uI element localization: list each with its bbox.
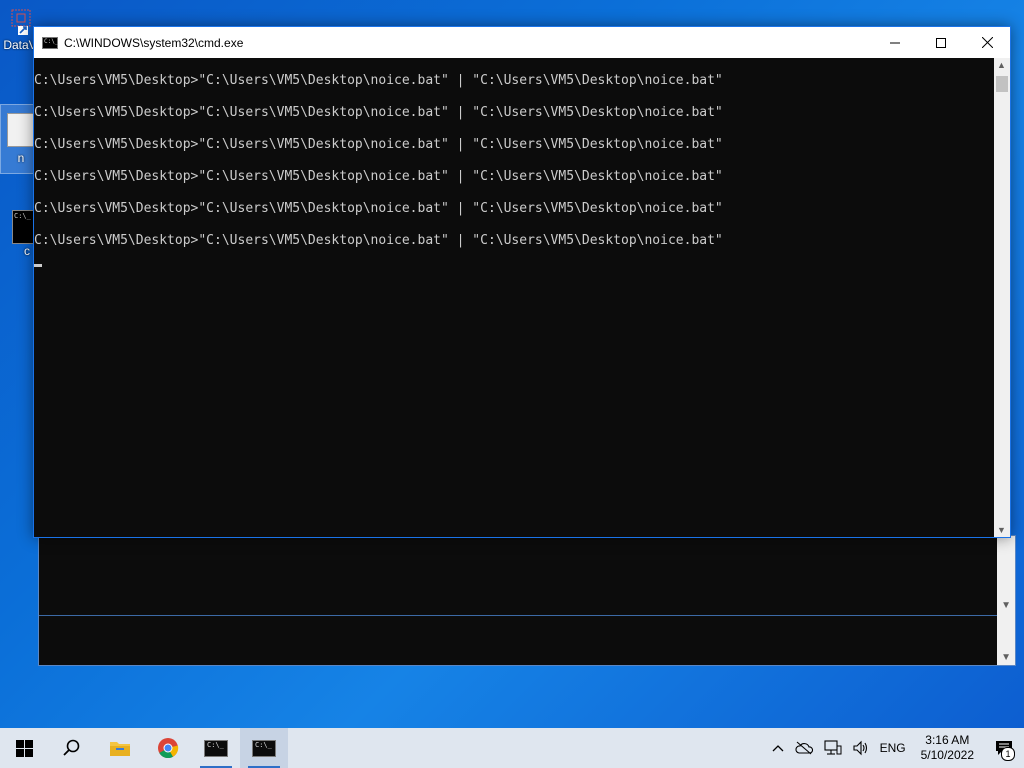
- network-icon: [824, 740, 842, 755]
- scrollbar-thumb[interactable]: [996, 76, 1008, 92]
- chevron-up-icon: [772, 745, 784, 752]
- close-icon: [981, 37, 993, 48]
- scroll-down-arrow-icon[interactable]: ▼: [1001, 652, 1011, 663]
- close-button[interactable]: [964, 27, 1010, 58]
- terminal-icon: C:\_: [204, 739, 228, 757]
- console-line: C:\Users\VM5\Desktop>"C:\Users\VM5\Deskt…: [34, 73, 723, 88]
- volume-tray-button[interactable]: [847, 740, 875, 756]
- terminal-icon: C:\_: [252, 739, 276, 757]
- network-tray-button[interactable]: [819, 740, 847, 756]
- console-output[interactable]: C:\Users\VM5\Desktop>"C:\Users\VM5\Deskt…: [34, 58, 994, 537]
- window-titlebar[interactable]: C:\_ C:\WINDOWS\system32\cmd.exe: [34, 27, 1010, 58]
- window-divider: [39, 615, 997, 616]
- system-tray: ENG 3:16 AM 5/10/2022 1: [767, 728, 1024, 768]
- dataview-app-icon: [6, 8, 34, 36]
- search-icon: [63, 739, 80, 756]
- scroll-down-arrow-icon[interactable]: ▼: [1001, 600, 1011, 611]
- text-cursor: [34, 264, 42, 267]
- minimize-button[interactable]: [872, 27, 918, 58]
- folder-icon: [110, 742, 130, 756]
- scroll-up-arrow-icon[interactable]: ▲: [997, 60, 1006, 70]
- cmd-taskbar-button-2[interactable]: C:\_: [240, 728, 288, 768]
- notification-count-badge: 1: [1001, 747, 1015, 761]
- window-title: C:\WINDOWS\system32\cmd.exe: [64, 35, 244, 50]
- speaker-icon: [853, 740, 867, 756]
- maximize-icon: [936, 37, 946, 48]
- console-line: C:\Users\VM5\Desktop>"C:\Users\VM5\Deskt…: [34, 233, 723, 248]
- search-button[interactable]: [48, 728, 96, 768]
- background-window-scrollbar[interactable]: ▼ ▼: [997, 536, 1015, 665]
- cmd-window[interactable]: C:\_ C:\WINDOWS\system32\cmd.exe C:\User…: [33, 26, 1011, 538]
- cmd-taskbar-button-1[interactable]: C:\_: [192, 728, 240, 768]
- console-line: C:\Users\VM5\Desktop>"C:\Users\VM5\Deskt…: [34, 201, 723, 216]
- minimize-icon: [890, 42, 900, 43]
- start-button[interactable]: [0, 728, 48, 768]
- background-cmd-window[interactable]: ▼ ▼: [38, 535, 1016, 666]
- taskbar: C:\_ C:\_ ENG 3:16 AM 5/10/2022 1: [0, 728, 1024, 768]
- show-hidden-icons-button[interactable]: [767, 744, 789, 752]
- clock-date: 5/10/2022: [920, 748, 974, 762]
- language-indicator[interactable]: ENG: [875, 741, 911, 755]
- console-line: C:\Users\VM5\Desktop>"C:\Users\VM5\Deskt…: [34, 137, 723, 152]
- clock-time: 3:16 AM: [925, 733, 970, 747]
- cloud-offline-icon: [795, 741, 813, 755]
- scroll-down-arrow-icon[interactable]: ▼: [997, 525, 1006, 535]
- console-scrollbar[interactable]: ▲ ▼: [994, 58, 1010, 537]
- maximize-button[interactable]: [918, 27, 964, 58]
- console-line: C:\Users\VM5\Desktop>"C:\Users\VM5\Deskt…: [34, 105, 723, 120]
- action-center-button[interactable]: 1: [984, 728, 1024, 768]
- batch-file-icon: [7, 113, 35, 147]
- clock[interactable]: 3:16 AM 5/10/2022: [911, 733, 984, 763]
- chrome-icon: [158, 738, 179, 759]
- onedrive-tray-button[interactable]: [789, 741, 819, 755]
- file-explorer-button[interactable]: [96, 728, 144, 768]
- chrome-button[interactable]: [144, 728, 192, 768]
- cmd-app-icon: C:\_: [42, 36, 58, 49]
- windows-logo-icon: [15, 739, 33, 757]
- console-line: C:\Users\VM5\Desktop>"C:\Users\VM5\Deskt…: [34, 169, 723, 184]
